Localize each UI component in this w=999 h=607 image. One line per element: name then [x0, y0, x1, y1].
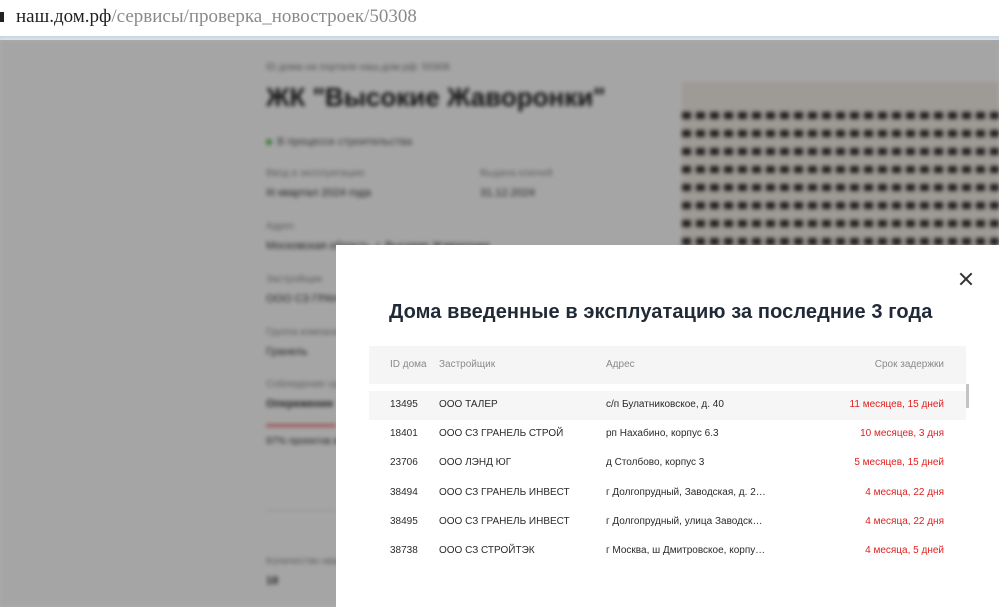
commissioned-houses-modal: Дома введенные в эксплуатацию за последн… [336, 245, 999, 607]
cell-developer: ООО ТАЛЕР [439, 399, 498, 410]
column-header-address: Адрес [606, 359, 635, 370]
cell-delay: 4 месяца, 22 дня [865, 516, 944, 527]
cell-developer: ООО ЛЭНД ЮГ [439, 457, 512, 468]
cell-id: 23706 [390, 457, 418, 468]
cell-id: 38494 [390, 487, 418, 498]
table-row[interactable]: 23706 ООО ЛЭНД ЮГ д Столбово, корпус 3 5… [369, 449, 966, 478]
column-header-delay: Срок задержки [874, 359, 944, 370]
cell-delay: 5 месяцев, 15 дней [854, 457, 944, 468]
table-row[interactable]: 38494 ООО СЗ ГРАНЕЛЬ ИНВЕСТ г Долгопрудн… [369, 479, 966, 508]
url-path: /сервисы/проверка_новостроек/50308 [111, 6, 417, 27]
cell-address: рп Нахабино, корпус 6.3 [606, 428, 719, 439]
table-row[interactable]: 18401 ООО СЗ ГРАНЕЛЬ СТРОЙ рп Нахабино, … [369, 420, 966, 449]
cell-address: д Столбово, корпус 3 [606, 457, 705, 468]
cell-address: г Долгопрудный, улица Заводская, д. 2 [606, 516, 766, 527]
cell-developer: ООО СЗ СТРОЙТЭК [439, 545, 535, 556]
url-host: наш.дом.рф [16, 6, 112, 27]
cell-id: 38738 [390, 545, 418, 556]
cell-delay: 4 месяца, 22 дня [865, 487, 944, 498]
cell-id: 13495 [390, 399, 418, 410]
cell-address: г Долгопрудный, Заводская, д. 2, корпус … [606, 487, 766, 498]
modal-title: Дома введенные в эксплуатацию за последн… [389, 301, 933, 323]
cell-address: с/п Булатниковское, д. 40 [606, 399, 724, 410]
cell-id: 38495 [390, 516, 418, 527]
cell-delay: 11 месяцев, 15 дней [849, 399, 944, 410]
table-row[interactable]: 13495 ООО ТАЛЕР с/п Булатниковское, д. 4… [369, 391, 966, 420]
address-bar[interactable]: наш.дом.рф/сервисы/проверка_новостроек/5… [0, 0, 999, 36]
cell-developer: ООО СЗ ГРАНЕЛЬ ИНВЕСТ [439, 487, 570, 498]
column-header-id: ID дома [390, 359, 427, 370]
cell-developer: ООО СЗ ГРАНЕЛЬ ИНВЕСТ [439, 516, 570, 527]
table-row[interactable]: 38495 ООО СЗ ГРАНЕЛЬ ИНВЕСТ г Долгопрудн… [369, 508, 966, 537]
cell-delay: 4 месяца, 5 дней [865, 545, 944, 556]
cell-address: г Москва, ш Дмитровское, корпус 4 [606, 545, 766, 556]
table-header: ID дома Застройщик Адрес Срок задержки [369, 346, 966, 384]
column-header-developer: Застройщик [439, 359, 496, 370]
table-row[interactable]: 38738 ООО СЗ СТРОЙТЭК г Москва, ш Дмитро… [369, 537, 966, 566]
cell-delay: 10 месяцев, 3 дня [860, 428, 944, 439]
cell-developer: ООО СЗ ГРАНЕЛЬ СТРОЙ [439, 428, 564, 439]
table-scrollbar[interactable] [966, 384, 969, 408]
url-text[interactable]: наш.дом.рф/сервисы/проверка_новостроек/5… [16, 6, 417, 28]
cell-id: 18401 [390, 428, 418, 439]
site-info-icon[interactable] [0, 12, 4, 22]
close-icon[interactable] [956, 269, 976, 289]
